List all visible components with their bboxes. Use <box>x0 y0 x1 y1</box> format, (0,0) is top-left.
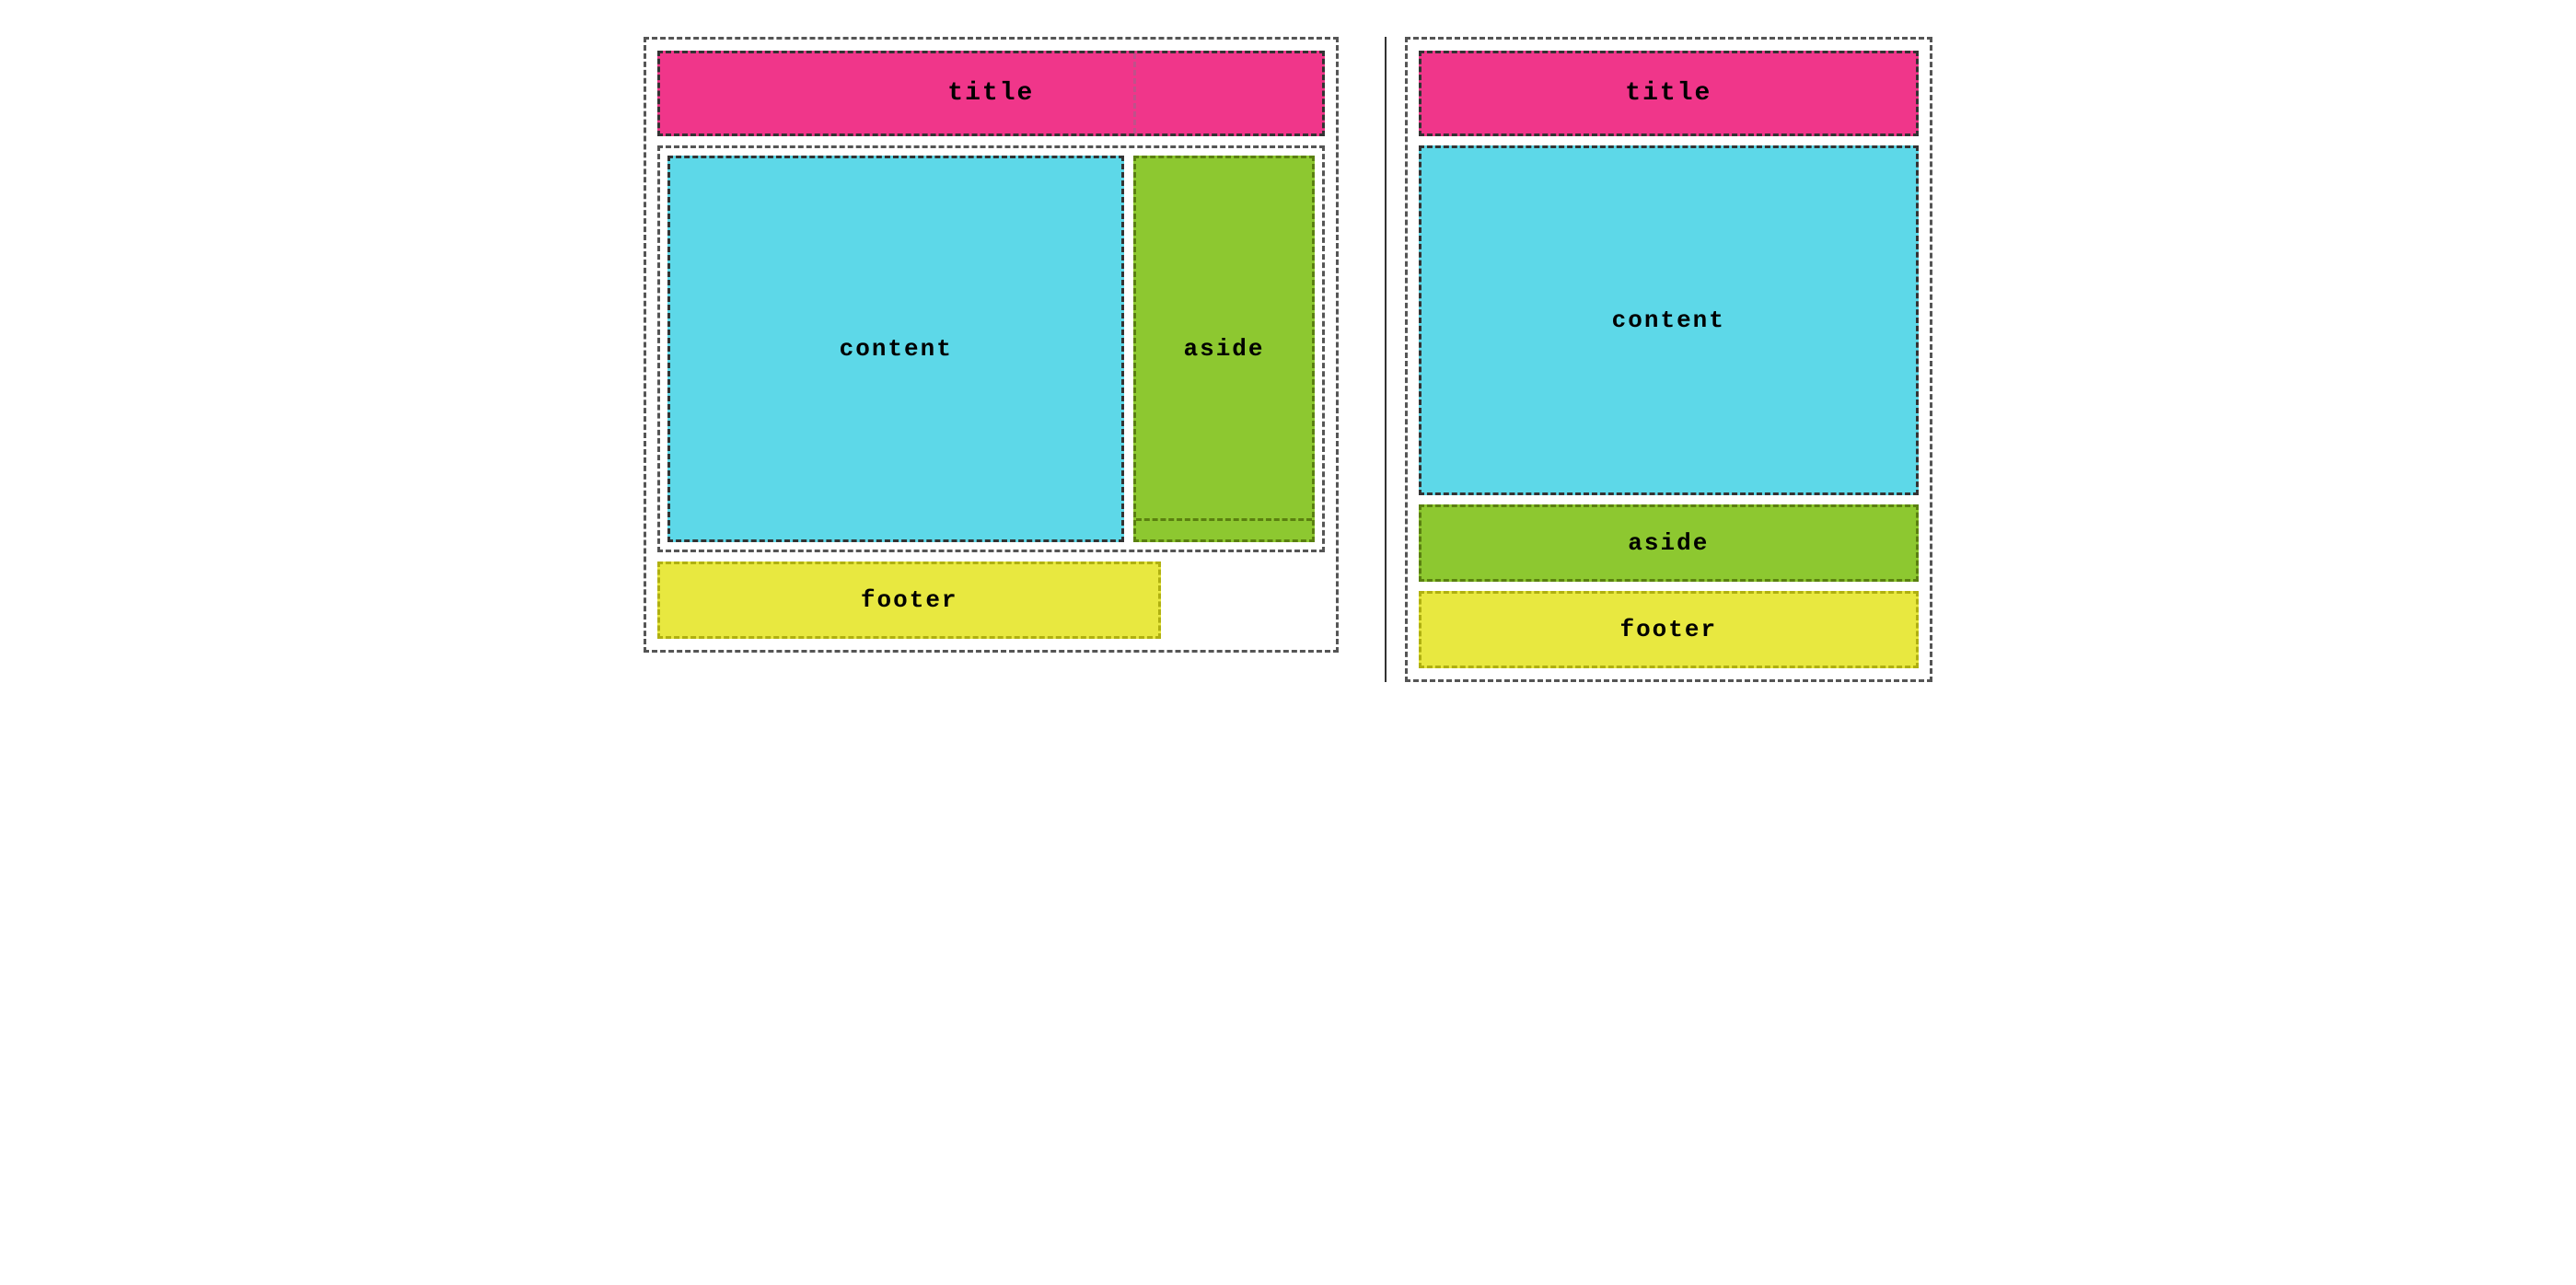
right-aside-area: aside <box>1419 504 1919 582</box>
right-title-bar: title <box>1419 51 1919 136</box>
left-layout: title content aside footer <box>644 37 1339 653</box>
left-content-text: content <box>840 335 953 363</box>
left-footer-text: footer <box>861 586 958 614</box>
left-footer-bar: footer <box>657 561 1161 639</box>
right-footer-text: footer <box>1619 616 1717 643</box>
left-aside-text: aside <box>1184 335 1265 363</box>
page-wrapper: title content aside footer title <box>644 37 1932 682</box>
right-layout: title content aside footer <box>1405 37 1932 682</box>
left-main-row: content aside <box>657 145 1325 552</box>
left-aside-area: aside <box>1133 156 1314 542</box>
right-footer-bar: footer <box>1419 591 1919 668</box>
vertical-divider <box>1385 37 1387 682</box>
left-footer-wrapper: footer <box>657 561 1325 639</box>
left-title-bar: title <box>657 51 1325 136</box>
left-footer-spacer <box>1170 561 1324 639</box>
right-content-area: content <box>1419 145 1919 495</box>
right-content-text: content <box>1612 307 1725 334</box>
left-title-text: title <box>947 79 1034 108</box>
left-content-area: content <box>667 156 1124 542</box>
right-title-text: title <box>1625 79 1712 108</box>
right-aside-text: aside <box>1628 529 1709 557</box>
